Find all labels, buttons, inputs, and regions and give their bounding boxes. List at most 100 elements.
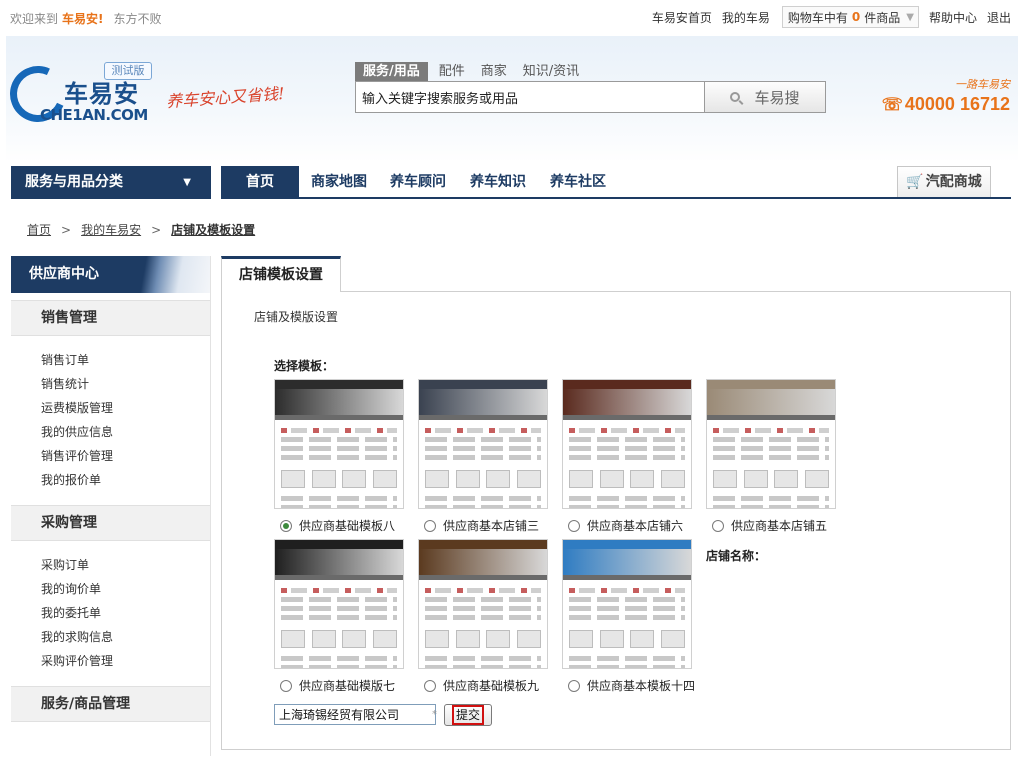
chevron-down-icon: ▼: [906, 11, 914, 23]
welcome-label: 欢迎来到: [10, 12, 59, 26]
sidebar-item-sales-orders[interactable]: 销售订单: [41, 348, 210, 372]
sidebar-item-purchase-reviews[interactable]: 采购评价管理: [41, 649, 210, 673]
panel-title: 店铺及模版设置: [254, 310, 339, 324]
breadcrumb-my-account[interactable]: 我的车易安: [81, 223, 141, 237]
nav-car-knowledge[interactable]: 养车知识: [470, 166, 526, 199]
beta-badge: 测试版: [104, 62, 152, 80]
template-option-label: 供应商基础模板九: [443, 679, 540, 693]
sidebar-item-supply-info[interactable]: 我的供应信息: [41, 420, 210, 444]
breadcrumb-current[interactable]: 店铺及模板设置: [171, 223, 255, 237]
sidebar-item-my-inquiries[interactable]: 我的询价单: [41, 577, 210, 601]
phone-icon: ☏: [881, 95, 903, 114]
breadcrumb: 首页 > 我的车易安 > 店铺及模板设置: [27, 221, 255, 238]
shop-name-label: 店铺名称：: [706, 549, 767, 563]
template-option[interactable]: 供应商基本店铺五: [712, 517, 827, 534]
template-option[interactable]: 供应商基础模板九: [424, 677, 539, 694]
template-option[interactable]: 供应商基本模板十四: [568, 677, 695, 694]
radio-button[interactable]: [568, 679, 580, 692]
template-thumbnail[interactable]: [562, 379, 692, 509]
template-thumbnail[interactable]: [274, 379, 404, 509]
template-thumbnail[interactable]: [706, 379, 836, 509]
sidebar-section-purchase[interactable]: 采购管理: [11, 505, 210, 541]
template-thumbnail[interactable]: [418, 379, 548, 509]
main-nav: 首页 商家地图 养车顾问 养车知识 养车社区 🛒 汽配商城: [221, 166, 1011, 199]
sidebar-header: 供应商中心: [11, 256, 210, 293]
home-link[interactable]: 车易安首页: [652, 9, 712, 26]
template-option-label: 供应商基本模板十四: [587, 679, 696, 693]
template-thumbnail[interactable]: [274, 539, 404, 669]
template-option-label: 供应商基本店铺五: [731, 519, 828, 533]
search-tab-services[interactable]: 服务/用品: [355, 62, 428, 81]
search-tab-parts[interactable]: 配件: [436, 62, 468, 81]
sidebar-list-purchase: 采购订单 我的询价单 我的委托单 我的求购信息 采购评价管理: [11, 541, 210, 679]
welcome-text: 欢迎来到 车易安! 东方不败: [10, 10, 162, 27]
top-bar: 欢迎来到 车易安! 东方不败 车易安首页 我的车易 购物车中有 0 件商品 ▼ 帮助中心 …: [0, 0, 1023, 36]
sidebar-section-products[interactable]: 服务/商品管理: [11, 686, 210, 722]
cart-dropdown[interactable]: 购物车中有 0 件商品 ▼: [781, 6, 919, 28]
username: 东方不败: [113, 12, 162, 26]
sidebar-item-wanted-info[interactable]: 我的求购信息: [41, 625, 210, 649]
template-thumbnail[interactable]: [562, 539, 692, 669]
nav-home[interactable]: 首页: [221, 166, 299, 199]
logo-en: CHE1AN.COM: [40, 106, 148, 124]
supplier-sidebar: 供应商中心 销售管理 销售订单 销售统计 运费模版管理 我的供应信息 销售评价管…: [11, 256, 211, 756]
search-button-label: 车易搜: [754, 88, 800, 107]
sidebar-section-sales[interactable]: 销售管理: [11, 300, 210, 336]
template-option-label: 供应商基本店铺三: [443, 519, 540, 533]
shop-name-input[interactable]: [274, 704, 436, 725]
sidebar-item-sales-stats[interactable]: 销售统计: [41, 372, 210, 396]
sidebar-list-sales: 销售订单 销售统计 运费模版管理 我的供应信息 销售评价管理 我的报价单: [11, 336, 210, 498]
radio-button[interactable]: [424, 679, 436, 692]
template-option[interactable]: 供应商基本店铺三: [424, 517, 539, 534]
nav-car-community[interactable]: 养车社区: [550, 166, 606, 199]
choose-template-label: 选择模板：: [274, 359, 335, 373]
template-option-label: 供应商基础模板八: [299, 519, 396, 533]
cart-prefix: 购物车中有: [787, 10, 848, 25]
sidebar-item-my-commissions[interactable]: 我的委托单: [41, 601, 210, 625]
radio-button[interactable]: [280, 519, 292, 532]
breadcrumb-separator: >: [61, 223, 72, 237]
radio-button[interactable]: [280, 679, 292, 692]
radio-button[interactable]: [424, 519, 436, 532]
template-option[interactable]: 供应商基础模版七: [280, 677, 395, 694]
hotline-tagline: 一路车易安: [955, 78, 1010, 91]
search-button[interactable]: 车易搜: [705, 81, 826, 113]
template-thumbnail[interactable]: [418, 539, 548, 669]
sidebar-item-purchase-orders[interactable]: 采购订单: [41, 553, 210, 577]
template-option-label: 供应商基本店铺六: [587, 519, 684, 533]
hotline: 一路车易安 ☏ 40000 16712: [882, 76, 1010, 115]
template-panel: 店铺及模版设置 选择模板： 供应商基础模板八 供应商基本店铺三 供应商基本店铺六…: [221, 291, 1011, 750]
template-option-label: 供应商基础模版七: [299, 679, 396, 693]
sidebar-item-my-quotes[interactable]: 我的报价单: [41, 468, 210, 492]
template-option[interactable]: 供应商基本店铺六: [568, 517, 683, 534]
breadcrumb-home[interactable]: 首页: [27, 223, 51, 237]
parts-mall-button[interactable]: 🛒 汽配商城: [897, 166, 991, 197]
nav-car-advisor[interactable]: 养车顾问: [390, 166, 446, 199]
help-link[interactable]: 帮助中心: [929, 9, 977, 26]
radio-button[interactable]: [712, 519, 724, 532]
radio-button[interactable]: [568, 519, 580, 532]
breadcrumb-separator: >: [151, 223, 162, 237]
submit-button[interactable]: 提交: [444, 704, 492, 726]
template-option[interactable]: 供应商基础模板八: [280, 517, 395, 534]
top-links: 车易安首页 我的车易 购物车中有 0 件商品 ▼ 帮助中心 退出: [642, 6, 1011, 28]
cart-suffix: 件商品: [864, 10, 901, 25]
search-tab-knowledge[interactable]: 知识/资讯: [520, 62, 582, 81]
chevron-down-icon: ▼: [183, 177, 191, 188]
brand-link[interactable]: 车易安!: [62, 12, 104, 26]
my-account-link[interactable]: 我的车易: [722, 9, 770, 26]
category-menu-label: 服务与用品分类: [25, 174, 123, 190]
logout-link[interactable]: 退出: [987, 9, 1011, 26]
cart-count: 0: [851, 10, 861, 24]
nav-merchant-map[interactable]: 商家地图: [311, 166, 367, 199]
slogan: 养车安心又省钱!: [165, 83, 286, 112]
category-menu-button[interactable]: 服务与用品分类 ▼: [11, 166, 211, 199]
tab-shop-template[interactable]: 店铺模板设置: [221, 256, 341, 292]
search-tab-merchants[interactable]: 商家: [478, 62, 510, 81]
search-icon: [730, 92, 741, 102]
submit-button-label: 提交: [451, 705, 484, 725]
sidebar-item-sales-reviews[interactable]: 销售评价管理: [41, 444, 210, 468]
site-header: 车易安 CHE1AN.COM 测试版 养车安心又省钱! 服务/用品 配件 商家 …: [2, 36, 1018, 162]
sidebar-item-shipping-templates[interactable]: 运费模版管理: [41, 396, 210, 420]
search-input[interactable]: [355, 81, 705, 113]
